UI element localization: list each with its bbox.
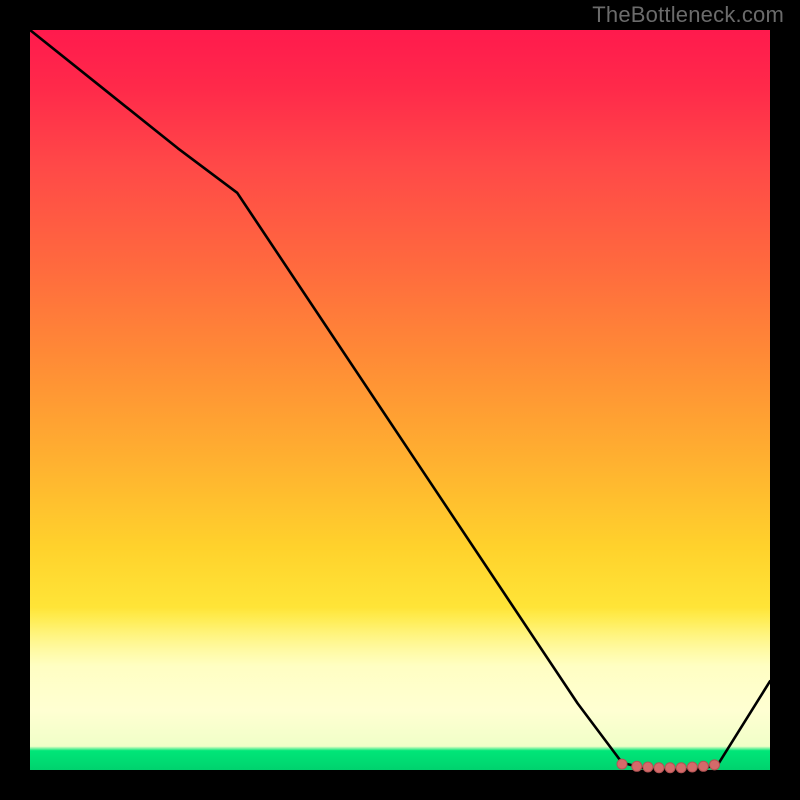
chart-svg (30, 30, 770, 770)
chart-frame: TheBottleneck.com (0, 0, 800, 800)
plot-area (30, 30, 770, 770)
marker-dot (654, 763, 664, 773)
marker-dot (643, 762, 653, 772)
bottleneck-curve (30, 30, 770, 769)
marker-dot (698, 761, 708, 771)
attribution-text: TheBottleneck.com (592, 2, 784, 28)
marker-dot (632, 761, 642, 771)
marker-dot (665, 763, 675, 773)
marker-dot (676, 763, 686, 773)
marker-dot (710, 760, 720, 770)
marker-dot (687, 762, 697, 772)
marker-group (617, 759, 720, 773)
marker-dot (617, 759, 627, 769)
